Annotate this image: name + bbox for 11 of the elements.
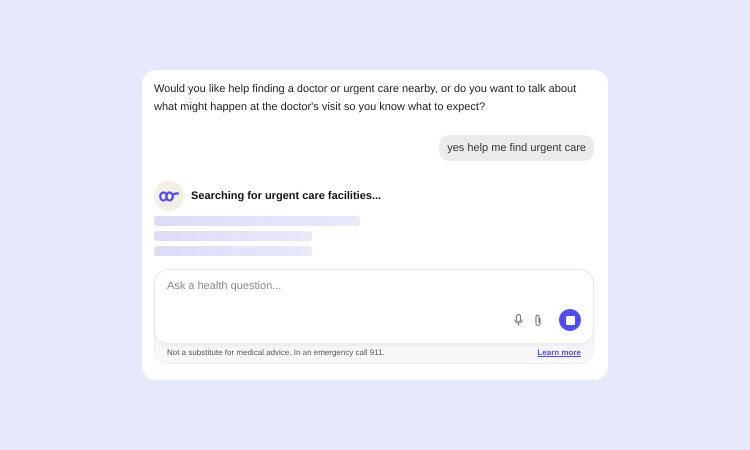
assistant-message: Would you like help finding a doctor or urgent care nearby, or do you want to talk about what might happen at the doctor's visit so you know what to expect? — [154, 82, 578, 115]
message-input[interactable]: Ask a health question... — [167, 280, 467, 292]
stop-button[interactable] — [559, 309, 581, 331]
logo-icon — [159, 190, 179, 202]
user-message: yes help me find urgent care — [439, 135, 594, 161]
disclaimer-text: Not a substitute for medical advice. In an emergency call 911. — [167, 348, 385, 357]
learn-more-link[interactable]: Learn more — [537, 348, 581, 357]
paperclip-icon[interactable] — [534, 314, 542, 326]
status-text: Searching for urgent care facilities... — [191, 190, 382, 202]
stop-icon — [566, 316, 574, 324]
microphone-icon[interactable] — [514, 314, 523, 326]
